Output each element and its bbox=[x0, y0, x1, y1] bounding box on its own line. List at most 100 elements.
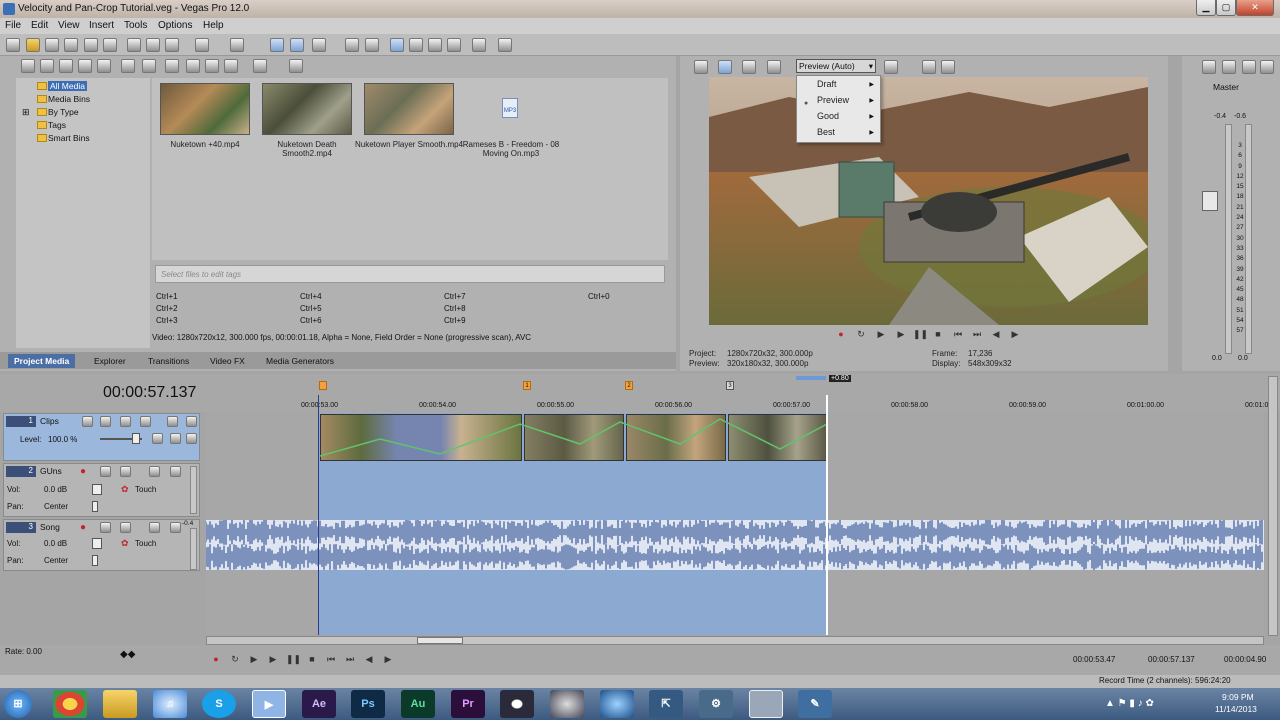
properties-icon[interactable] bbox=[103, 38, 117, 52]
refresh-icon[interactable] bbox=[78, 59, 92, 73]
snapping-icon[interactable] bbox=[390, 38, 404, 52]
undo-icon[interactable] bbox=[195, 38, 209, 52]
mute-icon[interactable] bbox=[149, 522, 160, 533]
stop-icon[interactable]: ■ bbox=[306, 653, 318, 665]
next-frame-icon[interactable]: ▶ bbox=[382, 653, 394, 665]
track-header-video[interactable]: 1 Clips Level: 100.0 % bbox=[3, 413, 200, 461]
menu-help[interactable]: Help bbox=[203, 20, 224, 31]
expand-track-icon[interactable] bbox=[140, 416, 151, 427]
web-icon[interactable] bbox=[97, 59, 111, 73]
automation-mode[interactable]: Touch bbox=[135, 485, 156, 494]
copy-icon[interactable] bbox=[146, 38, 160, 52]
loop-icon[interactable]: ↻ bbox=[855, 328, 867, 340]
minimize-button[interactable]: ▁ bbox=[1196, 0, 1216, 16]
track-motion-icon[interactable] bbox=[82, 416, 93, 427]
play-preview-icon[interactable] bbox=[186, 59, 200, 73]
save-snapshot-icon[interactable] bbox=[941, 60, 955, 74]
selection-start[interactable]: 00:00:53.47 bbox=[1073, 655, 1115, 664]
remove-icon[interactable] bbox=[121, 59, 135, 73]
marker[interactable]: 3 bbox=[726, 381, 734, 390]
paste-icon[interactable] bbox=[165, 38, 179, 52]
pause-icon[interactable]: ❚❚ bbox=[913, 328, 928, 340]
velocity-envelope[interactable] bbox=[320, 414, 827, 461]
open-icon[interactable] bbox=[26, 38, 40, 52]
help-pointer-icon[interactable] bbox=[472, 38, 486, 52]
track-fx-icon[interactable] bbox=[100, 416, 111, 427]
selection-length[interactable]: 00:00:04.90 bbox=[1224, 655, 1266, 664]
new-project-icon[interactable] bbox=[6, 38, 20, 52]
automation-icon[interactable] bbox=[120, 466, 131, 477]
notes-icon[interactable]: ✎ bbox=[798, 690, 832, 718]
master-properties-icon[interactable] bbox=[1202, 60, 1216, 74]
close-button[interactable]: ✕ bbox=[1236, 0, 1274, 16]
track-name[interactable]: Song bbox=[40, 522, 60, 532]
project-properties-icon[interactable] bbox=[694, 60, 708, 74]
vegas-icon[interactable]: ▶ bbox=[252, 690, 286, 718]
external-monitor-icon[interactable] bbox=[718, 60, 732, 74]
marker[interactable]: 1 bbox=[523, 381, 531, 390]
capture-icon[interactable]: ⇱ bbox=[649, 690, 683, 718]
automation-mode[interactable]: Touch bbox=[135, 539, 156, 548]
pan-slider-thumb[interactable] bbox=[92, 501, 98, 512]
cut-icon[interactable] bbox=[127, 38, 141, 52]
normal-edit-tool-icon[interactable] bbox=[270, 38, 284, 52]
level-slider-thumb[interactable] bbox=[132, 433, 140, 444]
tab-media-generators[interactable]: Media Generators bbox=[260, 354, 340, 368]
preview-quality-select[interactable]: Preview (Auto) ▾ bbox=[796, 59, 876, 73]
track-header-audio[interactable]: 2 GUns ● Vol: 0.0 dB ✿ Touch Pan: Center bbox=[3, 463, 200, 517]
media-thumbnail[interactable] bbox=[160, 83, 250, 135]
loop-icon[interactable]: ↻ bbox=[229, 653, 241, 665]
get-media-icon[interactable] bbox=[59, 59, 73, 73]
capture-icon[interactable] bbox=[40, 59, 54, 73]
after-effects-icon[interactable]: Ae bbox=[302, 690, 336, 718]
maximize-button[interactable]: ▢ bbox=[1216, 0, 1236, 16]
master-fx-icon[interactable] bbox=[1222, 60, 1236, 74]
rate-slider[interactable]: ◆◆ bbox=[120, 649, 135, 660]
file-explorer-icon[interactable] bbox=[103, 690, 137, 718]
solo-icon[interactable] bbox=[170, 522, 181, 533]
make-compositing-child-icon[interactable] bbox=[170, 433, 181, 444]
skype-icon[interactable]: S bbox=[202, 690, 236, 718]
search-icon[interactable] bbox=[289, 59, 303, 73]
auto-crossfade-icon[interactable] bbox=[409, 38, 423, 52]
go-to-start-icon[interactable]: ⏮ bbox=[952, 328, 964, 340]
whats-this-icon[interactable] bbox=[498, 38, 512, 52]
photoshop-icon[interactable]: Ps bbox=[351, 690, 385, 718]
scrollbar-thumb[interactable] bbox=[417, 637, 463, 644]
clock-time[interactable]: 9:09 PM bbox=[1222, 692, 1254, 702]
stop-icon[interactable]: ■ bbox=[932, 328, 944, 340]
tab-transitions[interactable]: Transitions bbox=[142, 354, 195, 368]
marker[interactable]: 2 bbox=[625, 381, 633, 390]
go-to-end-icon[interactable]: ⏭ bbox=[971, 328, 983, 340]
master-options-icon[interactable] bbox=[1242, 60, 1256, 74]
compositing-mode-icon[interactable] bbox=[120, 416, 131, 427]
vertical-scrollbar[interactable] bbox=[1268, 376, 1278, 636]
menu-edit[interactable]: Edit bbox=[31, 20, 48, 31]
track-name[interactable]: GUns bbox=[40, 466, 62, 476]
go-to-start-icon[interactable]: ⏮ bbox=[325, 653, 337, 665]
time-ruler[interactable]: 00:00:53.00 00:00:54.00 00:00:55.00 00:0… bbox=[206, 395, 1272, 413]
mp3-file-icon[interactable]: MP3 bbox=[502, 98, 518, 118]
tray-icons[interactable]: ▲ ⚑ ▮ ♪ ✿ bbox=[1105, 698, 1154, 709]
redo-icon[interactable] bbox=[230, 38, 244, 52]
record-icon[interactable]: ● bbox=[210, 653, 222, 665]
import-media-icon[interactable] bbox=[21, 59, 35, 73]
timeline-scrollbar[interactable] bbox=[206, 636, 1264, 645]
make-compositing-parent-icon[interactable] bbox=[186, 433, 197, 444]
vol-slider-thumb[interactable] bbox=[92, 484, 102, 495]
steam-icon[interactable] bbox=[550, 690, 584, 718]
audio-waveform[interactable] bbox=[206, 520, 1264, 570]
chrome-icon[interactable] bbox=[53, 690, 87, 718]
obs-icon[interactable] bbox=[500, 690, 534, 718]
solo-icon[interactable] bbox=[186, 416, 197, 427]
envelope-tool-icon[interactable] bbox=[290, 38, 304, 52]
track-fx-icon[interactable] bbox=[100, 522, 111, 533]
auto-ripple-icon[interactable] bbox=[345, 38, 359, 52]
master-mute-icon[interactable] bbox=[1260, 60, 1274, 74]
menu-item-good[interactable]: Good bbox=[817, 111, 839, 121]
media-thumbnail[interactable] bbox=[262, 83, 352, 135]
menu-insert[interactable]: Insert bbox=[89, 20, 114, 31]
next-frame-icon[interactable]: ▶ bbox=[1009, 328, 1021, 340]
mute-icon[interactable] bbox=[167, 416, 178, 427]
menu-view[interactable]: View bbox=[58, 20, 80, 31]
